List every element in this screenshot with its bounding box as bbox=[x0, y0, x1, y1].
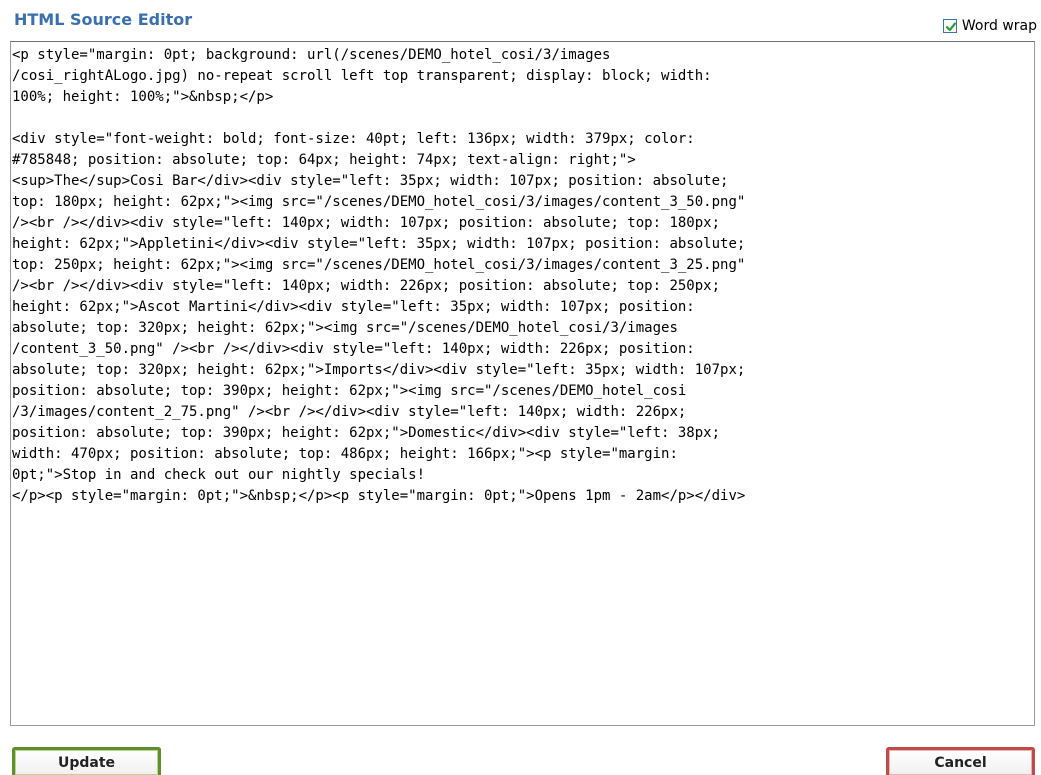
html-source-text[interactable]: <p style="margin: 0pt; background: url(/… bbox=[12, 45, 1028, 507]
word-wrap-label[interactable]: Word wrap bbox=[962, 18, 1037, 34]
html-source-textarea[interactable]: <p style="margin: 0pt; background: url(/… bbox=[10, 41, 1035, 726]
cancel-button[interactable]: Cancel bbox=[886, 747, 1035, 775]
checkmark-icon bbox=[945, 22, 956, 32]
word-wrap-checkbox[interactable] bbox=[942, 19, 957, 33]
editor-header: HTML Source Editor Word wrap bbox=[0, 0, 1041, 36]
update-button[interactable]: Update bbox=[12, 747, 161, 775]
word-wrap-toggle[interactable]: Word wrap bbox=[942, 16, 1037, 36]
dialog-title: HTML Source Editor bbox=[14, 10, 193, 29]
